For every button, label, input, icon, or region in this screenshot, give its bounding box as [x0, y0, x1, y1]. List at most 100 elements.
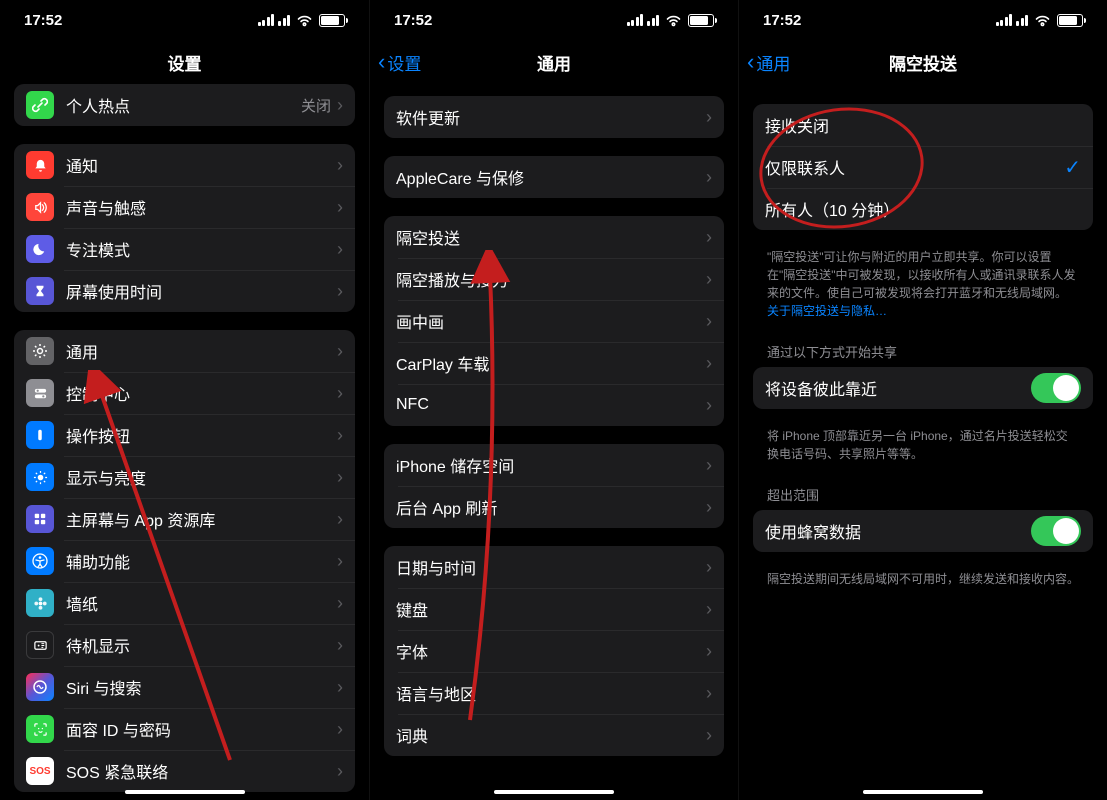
- section-header-sharing: 通过以下方式开始共享: [739, 342, 1107, 367]
- row-item[interactable]: 词典›: [384, 714, 724, 756]
- row-item[interactable]: CarPlay 车载›: [384, 342, 724, 384]
- chevron-right-icon: ›: [337, 593, 343, 614]
- chevron-right-icon: ›: [706, 683, 712, 704]
- row-siri[interactable]: Siri 与搜索›: [14, 666, 355, 708]
- link-icon: [26, 91, 54, 119]
- back-label: 设置: [387, 50, 421, 75]
- row-label: 后台 App 刷新: [396, 495, 706, 519]
- row-label: 键盘: [396, 597, 706, 621]
- row-gear[interactable]: 通用›: [14, 330, 355, 372]
- wifi-icon: [1034, 14, 1051, 27]
- cellular2-icon: [278, 14, 290, 26]
- chevron-right-icon: ›: [337, 341, 343, 362]
- bell-icon: [26, 151, 54, 179]
- row-label: 接收关闭: [765, 113, 1081, 137]
- toggle-on[interactable]: [1031, 516, 1081, 546]
- row-label: 辅助功能: [66, 549, 337, 573]
- row-item[interactable]: iPhone 储存空间›: [384, 444, 724, 486]
- home-indicator: [494, 790, 614, 794]
- general-scroll[interactable]: 软件更新› AppleCare 与保修› 隔空投送›隔空播放与接力›画中画›Ca…: [370, 84, 738, 800]
- row-item[interactable]: NFC›: [384, 384, 724, 426]
- status-bar: 17:52: [739, 0, 1107, 40]
- group-storage: iPhone 储存空间›后台 App 刷新›: [384, 444, 724, 528]
- row-value: 关闭: [301, 95, 331, 116]
- group-hotspot: 个人热点 关闭 ›: [14, 84, 355, 126]
- group-receive-options: 接收关闭仅限联系人✓ 所有人（10 分钟）: [753, 104, 1093, 230]
- row-item[interactable]: 隔空播放与接力›: [384, 258, 724, 300]
- row-switches[interactable]: 控制中心›: [14, 372, 355, 414]
- row-item[interactable]: 字体›: [384, 630, 724, 672]
- row-speaker[interactable]: 声音与触感›: [14, 186, 355, 228]
- airdrop-scroll[interactable]: 接收关闭仅限联系人✓所有人（10 分钟） "隔空投送"可让你与附近的用户立即共享…: [739, 84, 1107, 800]
- nav-header: 设置: [0, 40, 369, 84]
- row-moon[interactable]: 专注模式›: [14, 228, 355, 270]
- row-label: 专注模式: [66, 237, 337, 261]
- status-indicators: [258, 14, 346, 27]
- row-personal-hotspot[interactable]: 个人热点 关闭 ›: [14, 84, 355, 126]
- chevron-right-icon: ›: [337, 677, 343, 698]
- row-label: 字体: [396, 639, 706, 663]
- chevron-right-icon: ›: [706, 455, 712, 476]
- siri-icon: [26, 673, 54, 701]
- sun-icon: [26, 463, 54, 491]
- row-item[interactable]: 软件更新›: [384, 96, 724, 138]
- row-label: 显示与亮度: [66, 465, 337, 489]
- row-item[interactable]: 隔空投送›: [384, 216, 724, 258]
- chevron-right-icon: ›: [337, 509, 343, 530]
- row-label: 隔空投送: [396, 225, 706, 249]
- row-item[interactable]: 语言与地区›: [384, 672, 724, 714]
- chevron-right-icon: ›: [706, 227, 712, 248]
- row-label: 控制中心: [66, 381, 337, 405]
- row-faceid[interactable]: 面容 ID 与密码›: [14, 708, 355, 750]
- row-accessibility[interactable]: 辅助功能›: [14, 540, 355, 582]
- row-label: 使用蜂窝数据: [765, 519, 1031, 543]
- chevron-right-icon: ›: [706, 557, 712, 578]
- action-icon: [26, 421, 54, 449]
- chevron-right-icon: ›: [706, 107, 712, 128]
- row-item[interactable]: 日期与时间›: [384, 546, 724, 588]
- chevron-right-icon: ›: [706, 311, 712, 332]
- chevron-right-icon: ›: [337, 551, 343, 572]
- row-item[interactable]: 键盘›: [384, 588, 724, 630]
- nav-header: ‹ 通用 隔空投送: [739, 40, 1107, 84]
- chevron-right-icon: ›: [337, 197, 343, 218]
- chevron-right-icon: ›: [337, 635, 343, 656]
- row-action[interactable]: 操作按钮›: [14, 414, 355, 456]
- row-sun[interactable]: 显示与亮度›: [14, 456, 355, 498]
- row-grid[interactable]: 主屏幕与 App 资源库›: [14, 498, 355, 540]
- row-flower[interactable]: 墙纸›: [14, 582, 355, 624]
- row-standby[interactable]: 待机显示›: [14, 624, 355, 666]
- settings-scroll[interactable]: 个人热点 关闭 › 通知›声音与触感›专注模式›屏幕使用时间› 通用›控制中心›…: [0, 84, 369, 800]
- row-use-cellular[interactable]: 使用蜂窝数据: [753, 510, 1093, 552]
- option-row[interactable]: 仅限联系人✓: [753, 146, 1093, 188]
- toggle-on[interactable]: [1031, 373, 1081, 403]
- row-bring-devices-together[interactable]: 将设备彼此靠近: [753, 367, 1093, 409]
- option-row[interactable]: 所有人（10 分钟）: [753, 188, 1093, 230]
- standby-icon: [26, 631, 54, 659]
- option-row[interactable]: 接收关闭: [753, 104, 1093, 146]
- row-hourglass[interactable]: 屏幕使用时间›: [14, 270, 355, 312]
- row-item[interactable]: 后台 App 刷新›: [384, 486, 724, 528]
- row-item[interactable]: AppleCare 与保修›: [384, 156, 724, 198]
- row-label: 面容 ID 与密码: [66, 717, 337, 741]
- row-sos[interactable]: SOSSOS 紧急联络›: [14, 750, 355, 792]
- row-bell[interactable]: 通知›: [14, 144, 355, 186]
- cellular-icon: [627, 14, 644, 26]
- chevron-right-icon: ›: [337, 719, 343, 740]
- home-indicator: [125, 790, 245, 794]
- row-item[interactable]: 画中画›: [384, 300, 724, 342]
- gear-icon: [26, 337, 54, 365]
- privacy-link[interactable]: 关于隔空投送与隐私…: [767, 304, 887, 318]
- group-datetime: 日期与时间›键盘›字体›语言与地区›词典›: [384, 546, 724, 756]
- chevron-right-icon: ›: [337, 155, 343, 176]
- row-label: 隔空播放与接力: [396, 267, 706, 291]
- back-button[interactable]: ‹ 设置: [378, 50, 421, 75]
- row-label: 所有人（10 分钟）: [765, 197, 1081, 221]
- cellular2-icon: [1016, 14, 1028, 26]
- status-time: 17:52: [763, 12, 801, 29]
- chevron-right-icon: ›: [706, 725, 712, 746]
- back-button[interactable]: ‹ 通用: [747, 50, 790, 75]
- chevron-right-icon: ›: [337, 383, 343, 404]
- chevron-left-icon: ‹: [747, 51, 754, 73]
- row-label: 操作按钮: [66, 423, 337, 447]
